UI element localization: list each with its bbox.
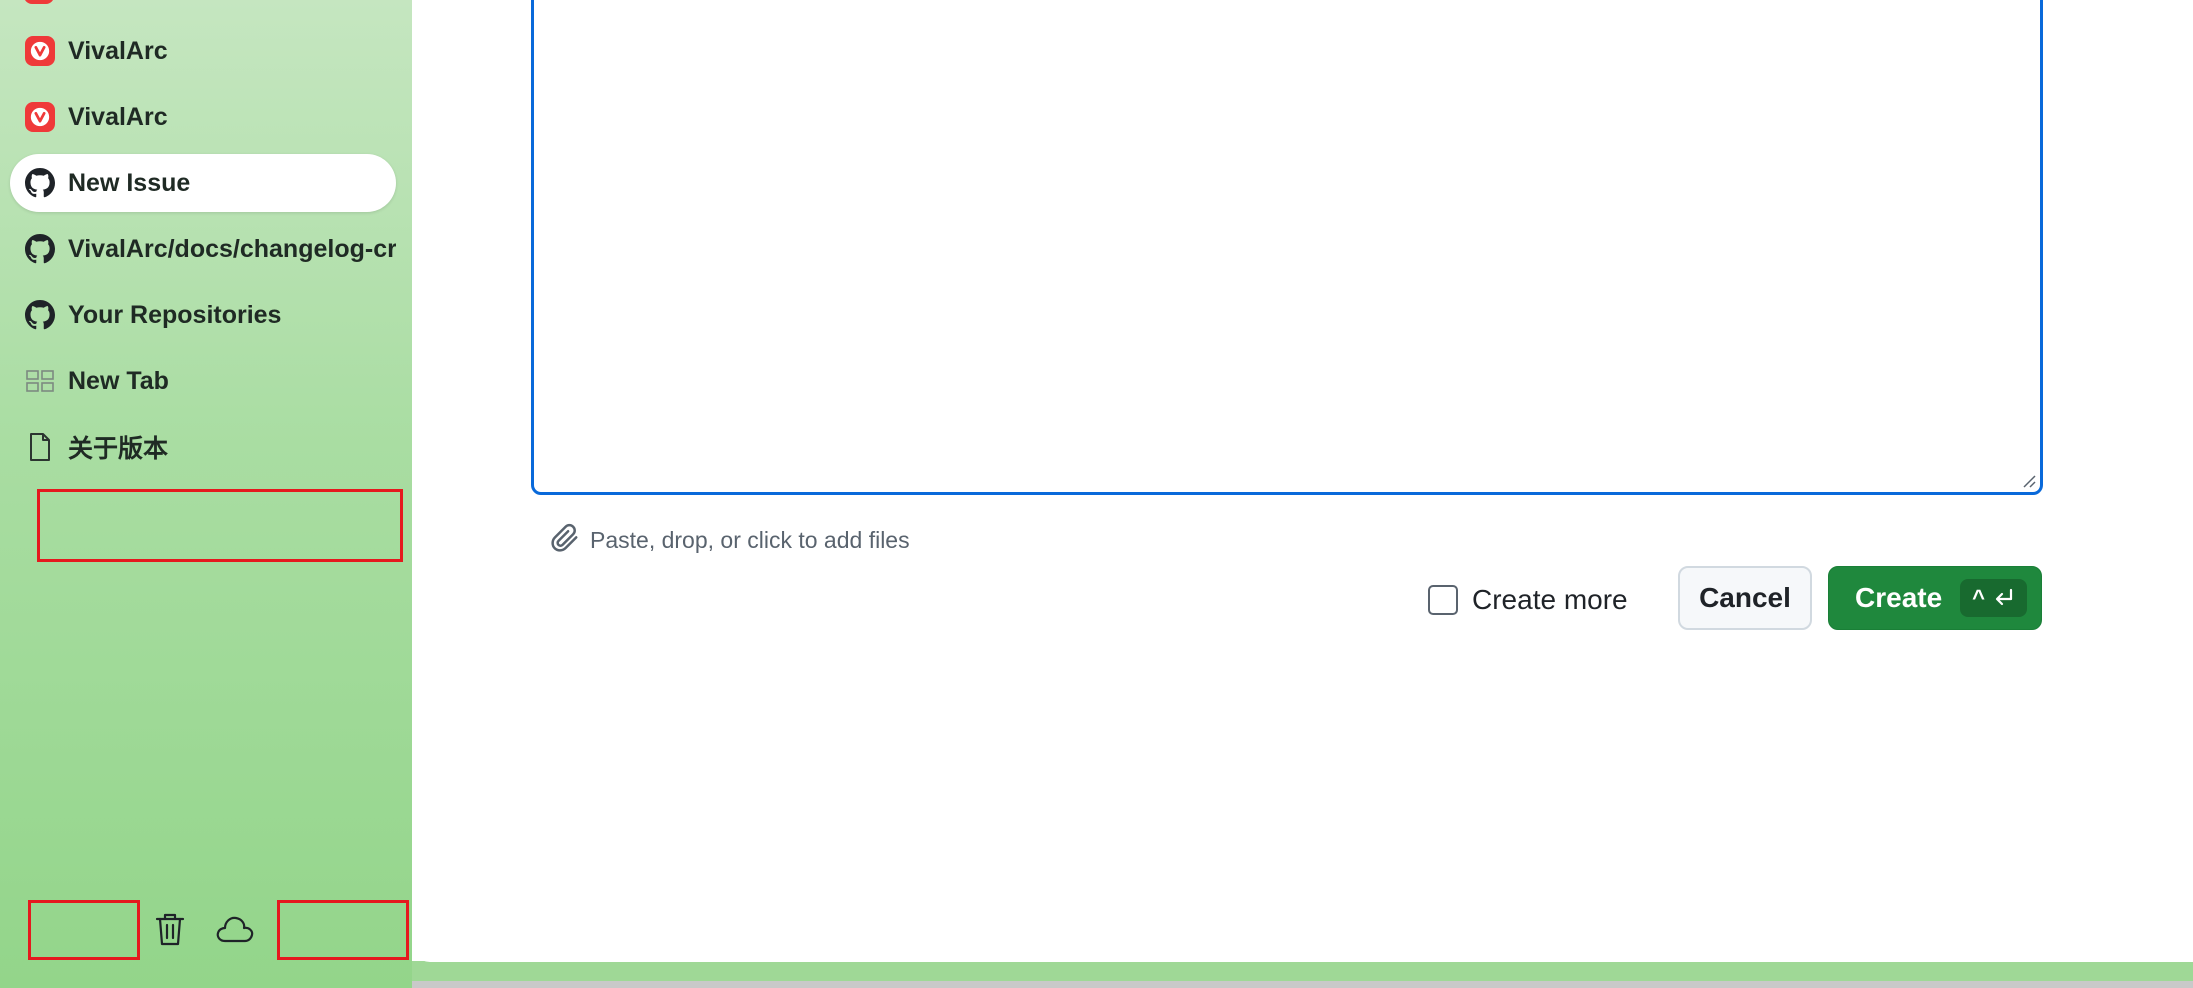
sidebar-tab-vivalarc-2[interactable]: VivalArc	[10, 88, 396, 146]
sidebar: VivalArc VivalArc New Issue VivalArc/doc…	[0, 0, 412, 988]
ctrl-key-label: ^	[1972, 585, 1986, 610]
sidebar-tab-your-repositories[interactable]: Your Repositories	[10, 286, 396, 344]
tab-label: 关于版本	[68, 435, 169, 463]
create-more-checkbox[interactable]	[1428, 585, 1458, 615]
attach-files-button[interactable]: Paste, drop, or click to add files	[550, 520, 910, 560]
document-icon	[24, 431, 56, 463]
tab-label: New Issue	[68, 168, 191, 197]
tab-label: VivalArc/docs/changelog-cr	[68, 234, 396, 263]
sidebar-tab-about-version[interactable]: 关于版本	[10, 418, 396, 476]
highlight-box	[277, 900, 409, 960]
sidebar-tab-vivalarc-1[interactable]: VivalArc	[10, 22, 396, 80]
cloud-icon[interactable]	[215, 909, 255, 949]
tab-label: VivalArc	[68, 36, 168, 65]
trash-icon[interactable]	[150, 909, 190, 949]
github-icon	[24, 167, 56, 199]
attach-files-text: Paste, drop, or click to add files	[590, 526, 910, 553]
sidebar-tab-new-tab[interactable]: New Tab	[10, 352, 396, 410]
vivaldi-icon	[24, 35, 56, 67]
grid-icon	[24, 365, 56, 397]
tab-label: VivalArc	[68, 102, 168, 131]
paperclip-icon	[550, 523, 580, 558]
return-icon	[1995, 588, 2013, 606]
cancel-button[interactable]: Cancel	[1678, 566, 1812, 630]
tab-label: New Tab	[68, 366, 169, 395]
github-icon	[24, 233, 56, 265]
create-button[interactable]: Create ^	[1828, 566, 2042, 630]
create-button-label: Create	[1855, 582, 1943, 613]
highlight-box	[37, 489, 403, 562]
keyboard-shortcut-hint: ^	[1960, 579, 2028, 617]
highlight-box	[28, 900, 140, 960]
issue-body-textarea[interactable]	[531, 0, 2043, 495]
tab-label: Your Repositories	[68, 300, 282, 329]
resize-handle-icon[interactable]	[2020, 472, 2036, 488]
github-icon	[24, 299, 56, 331]
vivaldi-icon	[24, 0, 54, 4]
sidebar-tab-changelog[interactable]: VivalArc/docs/changelog-cr	[10, 220, 396, 278]
create-more-option[interactable]: Create more	[1428, 580, 1628, 620]
sidebar-tab-new-issue[interactable]: New Issue	[10, 154, 396, 212]
create-more-label: Create more	[1472, 584, 1628, 615]
browser-window: VivalArc VivalArc New Issue VivalArc/doc…	[0, 0, 2193, 988]
vivaldi-icon	[24, 101, 56, 133]
